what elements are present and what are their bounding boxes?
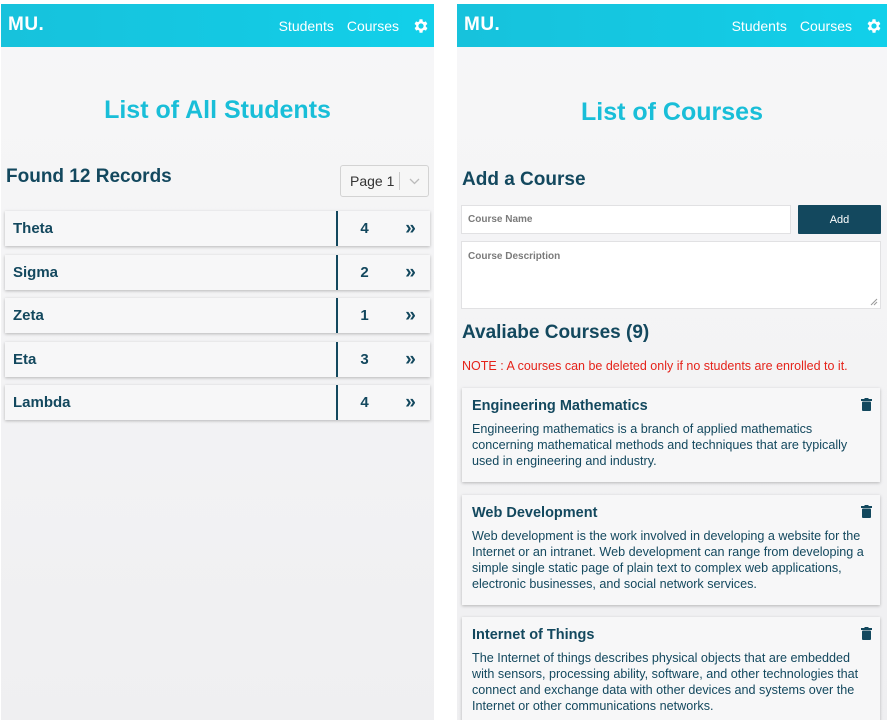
page-select[interactable]: Page 1 — [340, 165, 429, 197]
navbar: MU. Students Courses — [457, 4, 887, 47]
student-course-count: 4 — [360, 394, 369, 411]
student-course-count: 3 — [360, 350, 369, 368]
trash-icon[interactable] — [861, 627, 872, 640]
trash-icon[interactable] — [861, 398, 872, 411]
records-count-heading: Found 12 Records — [6, 166, 172, 187]
course-name-placeholder: Course Name — [468, 214, 533, 225]
page-title: List of Courses — [581, 98, 763, 126]
add-course-heading: Add a Course — [462, 169, 586, 190]
student-row[interactable]: Lambda 4 » — [5, 385, 430, 420]
student-name: Eta — [13, 350, 37, 368]
student-name: Zeta — [13, 307, 44, 324]
gear-icon[interactable] — [865, 17, 883, 35]
double-chevron-right-icon[interactable]: » — [391, 350, 430, 369]
double-chevron-right-icon[interactable]: » — [391, 393, 430, 412]
chevron-down-icon[interactable] — [400, 178, 428, 185]
page-select-value: Page 1 — [350, 173, 395, 189]
double-chevron-right-icon[interactable]: » — [391, 219, 430, 238]
add-course-button[interactable]: Add — [798, 205, 881, 234]
page-title: List of All Students — [104, 96, 331, 124]
student-name: Sigma — [13, 263, 59, 281]
nav-link-courses[interactable]: Courses — [347, 18, 399, 34]
gear-icon[interactable] — [412, 17, 430, 35]
student-row[interactable]: Eta 3 » — [5, 341, 430, 377]
student-name: Theta — [13, 220, 54, 237]
course-name-input[interactable]: Course Name — [461, 205, 791, 234]
student-list: Theta 4 » Sigma 2 » Zeta 1 » Eta 3 » Lam… — [5, 211, 430, 429]
trash-icon[interactable] — [861, 505, 872, 518]
nav-links: Students Courses — [279, 4, 430, 47]
student-row[interactable]: Theta 4 » — [5, 211, 430, 246]
students-screen: MU. Students Courses List of All Student… — [1, 4, 434, 720]
delete-note: NOTE : A courses can be deleted only if … — [462, 359, 848, 373]
nav-link-students[interactable]: Students — [279, 18, 334, 34]
course-description: Web development is the work involved in … — [472, 529, 864, 591]
navbar: MU. Students Courses — [1, 4, 434, 47]
student-row[interactable]: Sigma 2 » — [5, 254, 430, 290]
student-course-count: 2 — [360, 263, 369, 281]
course-card: Engineering Mathematics Engineering math… — [462, 388, 880, 482]
nav-link-students[interactable]: Students — [732, 18, 787, 34]
course-title: Internet of Things — [472, 627, 595, 643]
student-name: Lambda — [13, 394, 71, 411]
course-description-input[interactable]: Course Description — [461, 241, 881, 309]
nav-link-courses[interactable]: Courses — [800, 18, 852, 34]
student-row[interactable]: Zeta 1 » — [5, 298, 430, 333]
resize-grip-icon[interactable] — [870, 298, 878, 306]
course-description-placeholder: Course Description — [468, 251, 561, 262]
brand-logo[interactable]: MU. — [464, 14, 500, 36]
course-description: Engineering mathematics is a branch of a… — [472, 422, 848, 468]
courses-screen: MU. Students Courses List of Courses Add… — [457, 4, 887, 720]
brand-logo[interactable]: MU. — [8, 14, 44, 36]
course-title: Engineering Mathematics — [472, 398, 648, 414]
course-card: Web Development Web development is the w… — [462, 495, 880, 605]
available-courses-heading: Avaliabe Courses (9) — [462, 322, 650, 343]
course-title: Web Development — [472, 505, 598, 521]
nav-links: Students Courses — [732, 4, 883, 47]
student-course-count: 1 — [360, 307, 369, 324]
double-chevron-right-icon[interactable]: » — [391, 306, 430, 325]
student-course-count: 4 — [360, 220, 369, 237]
course-description: The Internet of things describes physica… — [472, 651, 859, 713]
course-card: Internet of Things The Internet of thing… — [462, 617, 880, 720]
double-chevron-right-icon[interactable]: » — [391, 263, 430, 282]
